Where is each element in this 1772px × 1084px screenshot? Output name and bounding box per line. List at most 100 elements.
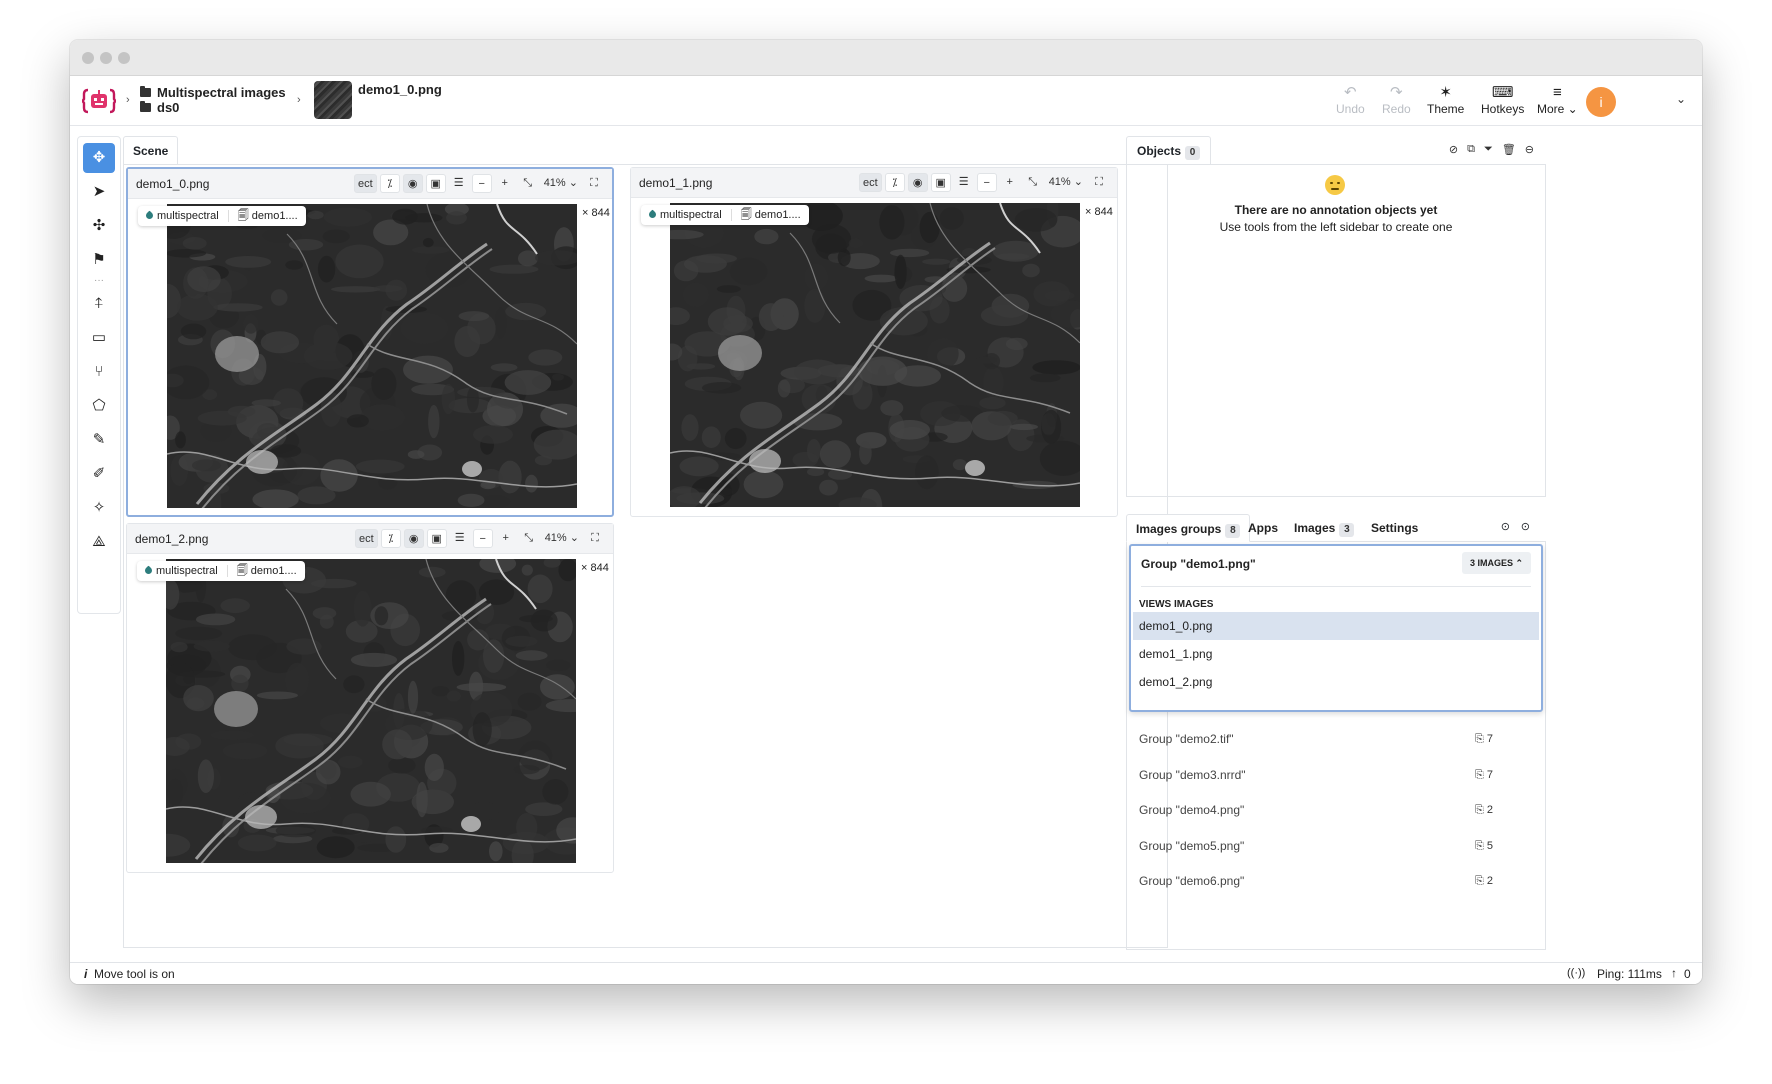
theme-button[interactable]: ✶ Theme <box>1427 84 1464 116</box>
hotkeys-button[interactable]: ⌨ Hotkeys <box>1481 84 1524 116</box>
fullscreen-icon[interactable]: ⛶ <box>584 174 604 193</box>
breadcrumb-project[interactable]: Multispectral images <box>140 85 286 100</box>
objects-list: There are no annotation objects yet Use … <box>1126 164 1546 497</box>
group-name: Group "demo2.tif" <box>1139 732 1234 746</box>
tab-apps[interactable]: Apps <box>1248 514 1278 542</box>
image-view-1[interactable]: demo1_0.png ect ⁒ ◉ ▣ ☰ − + ⤡ 41% ⌄ ⛶ mu… <box>126 167 614 517</box>
zoom-out-icon[interactable]: − <box>472 529 493 548</box>
user-menu-chevron-icon[interactable]: ⌄ <box>1676 92 1686 106</box>
expanded-group[interactable]: Group "demo1.png" 3 IMAGES ⌃ VIEWS IMAGE… <box>1129 544 1543 712</box>
next-group-icon[interactable]: ⊙ <box>1521 520 1530 533</box>
palette-icon[interactable]: ◉ <box>402 174 423 193</box>
hide-all-icon[interactable]: ⊘ <box>1449 143 1458 156</box>
group-image-item[interactable]: demo1_0.png <box>1133 612 1539 640</box>
filter-icon[interactable]: ⏷ <box>1484 143 1493 156</box>
delete-icon[interactable]: 🗑 <box>1502 143 1516 156</box>
more-label: More ⌄ <box>1537 102 1578 116</box>
tag-chip[interactable]: multispectral <box>144 210 219 222</box>
auto-contrast-icon[interactable]: ⁒ <box>884 173 905 192</box>
fit-icon[interactable]: ⤡ <box>518 174 538 193</box>
tag-chip[interactable]: multispectral <box>143 565 218 577</box>
satellite-image[interactable] <box>166 559 576 863</box>
tab-apps-label: Apps <box>1248 521 1278 535</box>
select-mode-button[interactable]: ect <box>859 173 882 192</box>
brush-tool-icon[interactable]: ✎ <box>83 425 115 455</box>
group-row[interactable]: Group "demo4.png" ⎘ 2 <box>1139 797 1533 823</box>
tab-images[interactable]: Images 3 <box>1294 514 1355 542</box>
group-image-item[interactable]: demo1_2.png <box>1133 668 1539 696</box>
group-row[interactable]: Group "demo6.png" ⎘ 2 <box>1139 868 1533 894</box>
polyline-tool-icon[interactable]: ⑂ <box>83 357 115 387</box>
grid-icon[interactable]: ▣ <box>425 174 446 193</box>
satellite-image[interactable] <box>167 204 577 508</box>
redo-button[interactable]: ↷ Redo <box>1382 84 1411 116</box>
view-toolbar: ect ⁒ ◉ ▣ ☰ − + ⤡ 41% ⌄ ⛶ <box>355 529 605 548</box>
zoom-dropdown[interactable]: 41% ⌄ <box>1046 173 1086 192</box>
close-window-button[interactable] <box>82 52 94 64</box>
select-mode-button[interactable]: ect <box>354 174 377 193</box>
eraser-tool-icon[interactable]: ✐ <box>83 459 115 489</box>
group-row[interactable]: Group "demo5.png" ⎘ 5 <box>1139 833 1533 859</box>
tag-chip[interactable]: multispectral <box>647 209 722 221</box>
zoom-out-icon[interactable]: − <box>471 174 492 193</box>
fullscreen-icon[interactable]: ⛶ <box>1089 173 1109 192</box>
fit-icon[interactable]: ⤡ <box>1023 173 1043 192</box>
palette-icon[interactable]: ◉ <box>907 173 928 192</box>
adjustments-icon[interactable]: ☰ <box>449 174 469 193</box>
group-images-count: 3 IMAGES <box>1469 558 1513 568</box>
breadcrumb-dataset[interactable]: ds0 <box>140 100 179 115</box>
file-chip[interactable]: 🗐 demo1.... <box>238 207 298 226</box>
point-flag-tool-icon[interactable]: ⚑ <box>83 245 115 275</box>
group-images-count-button[interactable]: 3 IMAGES ⌃ <box>1461 552 1531 574</box>
select-mode-button[interactable]: ect <box>355 529 378 548</box>
visibility-off-icon[interactable]: ⊖ <box>1525 143 1534 156</box>
tab-images-groups[interactable]: Images groups 8 <box>1126 514 1251 542</box>
adjustments-icon[interactable]: ☰ <box>450 529 470 548</box>
image-view-2[interactable]: demo1_1.png ect ⁒ ◉ ▣ ☰ − + ⤡ 41% ⌄ ⛶ mu… <box>630 167 1118 517</box>
adjustments-icon[interactable]: ☰ <box>954 173 974 192</box>
zoom-dropdown[interactable]: 41% ⌄ <box>541 174 581 193</box>
views-images-label: VIEWS IMAGES <box>1139 599 1214 610</box>
zoom-in-icon[interactable]: + <box>495 174 515 193</box>
auto-contrast-icon[interactable]: ⁒ <box>379 174 400 193</box>
dataset-icon <box>140 101 151 112</box>
auto-contrast-icon[interactable]: ⁒ <box>380 529 401 548</box>
satellite-image[interactable] <box>670 203 1080 507</box>
zoom-in-icon[interactable]: + <box>1000 173 1020 192</box>
maximize-window-button[interactable] <box>118 52 130 64</box>
grid-icon[interactable]: ▣ <box>930 173 951 192</box>
zoom-in-icon[interactable]: + <box>496 529 516 548</box>
undo-button[interactable]: ↶ Undo <box>1336 84 1365 116</box>
zoom-dropdown[interactable]: 41% ⌄ <box>542 529 582 548</box>
tab-settings[interactable]: Settings <box>1371 514 1418 542</box>
image-view-3[interactable]: demo1_2.png ect ⁒ ◉ ▣ ☰ − + ⤡ 41% ⌄ ⛶ mu… <box>126 523 614 873</box>
file-chip[interactable]: 🗐 demo1.... <box>741 206 801 225</box>
rectangle-tool-icon[interactable]: ▭ <box>83 323 115 353</box>
magic-wand-tool-icon[interactable]: ✧ <box>83 493 115 523</box>
zoom-out-icon[interactable]: − <box>976 173 997 192</box>
group-row[interactable]: Group "demo2.tif" ⎘ 7 <box>1139 726 1533 752</box>
theme-icon: ✶ <box>1439 84 1452 101</box>
group-image-item[interactable]: demo1_1.png <box>1133 640 1539 668</box>
minimize-window-button[interactable] <box>100 52 112 64</box>
user-avatar[interactable]: i <box>1586 87 1616 117</box>
grid-icon[interactable]: ▣ <box>426 529 447 548</box>
pan-tool-icon[interactable]: ✣ <box>83 211 115 241</box>
file-chip[interactable]: 🗐 demo1.... <box>237 562 297 581</box>
fullscreen-icon[interactable]: ⛶ <box>585 529 605 548</box>
previous-group-icon[interactable]: ⊙ <box>1501 520 1510 533</box>
polygon-tool-icon[interactable]: ⬠ <box>83 391 115 421</box>
move-tool-icon[interactable]: ✥ <box>83 143 115 173</box>
graph-tool-icon[interactable]: ⟁ <box>83 527 115 557</box>
more-button[interactable]: ≡ More ⌄ <box>1537 84 1578 116</box>
group-count: ⎘ 7 <box>1475 762 1493 788</box>
palette-icon[interactable]: ◉ <box>403 529 424 548</box>
app-logo-icon[interactable] <box>82 84 116 118</box>
select-tool-icon[interactable]: ➤ <box>83 177 115 207</box>
fit-icon[interactable]: ⤡ <box>519 529 539 548</box>
tab-objects[interactable]: Objects 0 <box>1126 136 1212 164</box>
group-row[interactable]: Group "demo3.nrrd" ⎘ 7 <box>1139 762 1533 788</box>
copy-icon[interactable]: ⧉ <box>1467 143 1475 156</box>
keypoint-tool-icon[interactable]: ⍏ <box>83 289 115 319</box>
tab-scene[interactable]: Scene <box>123 136 179 164</box>
